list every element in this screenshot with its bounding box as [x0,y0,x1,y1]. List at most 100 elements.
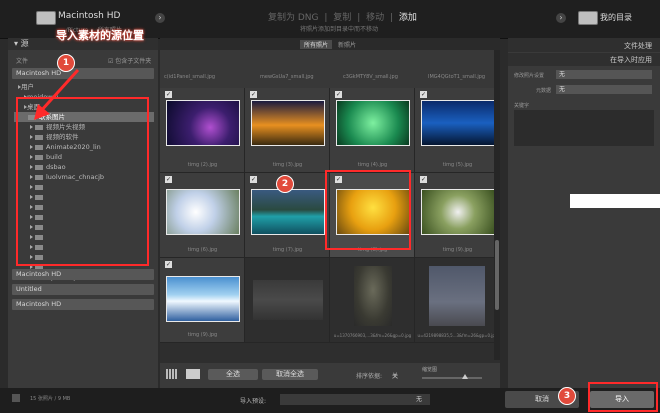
photo-cell-unchecked[interactable]: u=4219898835,5...3&fm=26&gp=0.jpg [415,258,500,343]
photo-cell[interactable]: ✓ timg (9).jpg [160,258,245,343]
photo-thumbnail-dimmed[interactable] [429,266,485,326]
arrow-right-icon: › [155,13,165,23]
checkbox-checked[interactable]: ✓ [250,176,257,183]
checkbox-checked[interactable]: ✓ [165,91,172,98]
destination-label[interactable]: 我的目录 [600,12,632,23]
select-all-button[interactable]: 全选 [208,369,258,380]
grid-row-partial: c(id1Panel_small.jpg mewGsUa7_small.jpg … [160,50,500,88]
mode-copy-dng[interactable]: 复制为 DNG [268,13,319,23]
grid-tabs: 所有照片 新照片 [160,38,500,50]
photo-thumbnail[interactable] [251,189,325,235]
photo-caption: timg (2).jpg [160,162,245,168]
hard-drive-icon [578,11,598,25]
photo-caption: u=4219898835,5...3&fm=26&gp=0.jpg [415,333,500,338]
photo-caption: timg (4).jpg [330,162,415,168]
photo-thumbnail[interactable] [166,100,240,146]
photo-thumbnail-dimmed[interactable] [253,280,323,320]
checkbox-checked[interactable]: ✓ [420,91,427,98]
file-handling-header[interactable]: 文件处理 [508,38,660,52]
files-label: 文件 [16,56,28,65]
deselect-all-button[interactable]: 取消全选 [262,369,318,380]
hard-drive-icon [36,11,56,25]
include-subfolders-checkbox[interactable]: ☑ 包含子文件夹 [108,56,151,65]
photo-caption: timg (6).jpg [160,247,245,253]
keywords-label: 关键字 [514,102,529,109]
metadata-select[interactable]: 无 [556,85,652,94]
photo-caption: timg (7).jpg [245,247,330,253]
cell-caption: IMG4QGtoT1_small.jpg [428,74,485,80]
photo-caption: u=1370766903,...3&fm=26&gp=0.jpg [330,333,415,338]
cell-caption: c3GkMTY8V_small.jpg [343,74,398,80]
grid-view-icon[interactable] [166,369,178,379]
photo-caption: timg (5).jpg [415,162,500,168]
photo-thumbnail-dimmed[interactable] [354,266,392,326]
checkbox-checked[interactable]: ✓ [165,176,172,183]
tab-new-photos[interactable]: 新照片 [338,40,356,49]
import-preset-select[interactable]: 无 [280,394,430,405]
chevron-down-icon: ▾ [14,39,18,48]
import-modes: 复制为 DNG | 复制 | 移动 | 添加 [268,10,417,23]
slider-handle[interactable] [462,374,468,379]
cell-caption: mewGsUa7_small.jpg [260,74,314,80]
thumbnail-size-label: 缩览图 [422,366,437,373]
metadata-label: 元数据 [536,87,551,94]
photo-thumbnail[interactable] [251,100,325,146]
checkbox-checked[interactable]: ✓ [250,91,257,98]
photo-caption: timg (9).jpg [415,247,500,253]
photo-thumbnail[interactable] [336,100,410,146]
photo-cell[interactable]: ✓ timg (3).jpg [245,88,330,173]
photo-caption: timg (9).jpg [160,332,245,338]
photo-thumbnail[interactable] [166,189,240,235]
photo-caption: timg (3).jpg [245,162,330,168]
annotation-label: 导入素材的源位置 [56,27,144,43]
checkbox-checked[interactable]: ✓ [420,176,427,183]
develop-settings-label: 修改照片设置 [514,72,544,79]
photo-thumbnail[interactable] [166,276,240,322]
photo-cell[interactable]: ✓ timg (5).jpg [415,88,500,173]
annotation-badge-3: 3 [558,387,576,405]
develop-settings-select[interactable]: 无 [556,70,652,79]
photo-cell-unchecked[interactable] [245,258,330,343]
mode-subtitle: 将照片添加到目录中而不移动 [300,24,378,33]
source-label[interactable]: Macintosh HD [58,11,120,21]
loupe-view-icon[interactable] [186,369,200,379]
source-header-title: 源 [21,39,29,48]
checkbox-checked[interactable]: ✓ [165,261,172,268]
file-handling-title: 文件处理 [624,41,652,51]
annotation-badge-2: 2 [276,175,294,193]
grid-scrollbar[interactable] [494,50,500,360]
import-preset-label: 导入预设: [240,396,266,405]
volume-macintosh-hd-3[interactable]: Macintosh HD [12,299,154,310]
expand-icon[interactable] [12,394,20,402]
volume-macintosh-hd-2[interactable]: Macintosh HD [12,269,154,280]
apply-during-import-header[interactable]: 在导入时应用 [508,53,660,66]
photo-thumbnail[interactable] [421,189,495,235]
photo-thumbnail[interactable] [421,100,495,146]
mode-move[interactable]: 移动 [366,13,384,23]
photo-cell[interactable]: ✓ timg (4).jpg [330,88,415,173]
thumbnail-size-slider[interactable] [422,377,482,379]
photo-cell[interactable]: ✓ timg (2).jpg [160,88,245,173]
apply-title: 在导入时应用 [610,55,652,65]
cell-caption: c(id1Panel_small.jpg [164,74,215,80]
checkbox-checked[interactable]: ✓ [335,91,342,98]
photo-cell-unchecked[interactable]: u=1370766903,...3&fm=26&gp=0.jpg [330,258,415,343]
sort-value[interactable]: 关 [392,371,398,380]
grid-toolbar: 全选 取消全选 排序依据: 关 缩览图 [160,363,500,388]
annotation-box-photo [325,170,411,250]
annotation-arrow-icon [30,66,90,126]
volume-untitled[interactable]: Untitled [12,284,154,295]
annotation-box-import [588,382,658,412]
photo-cell[interactable]: ✓ timg (9).jpg [415,173,500,258]
mode-copy[interactable]: 复制 [333,13,351,23]
sort-label: 排序依据: [356,371,382,380]
keywords-input[interactable] [514,110,654,146]
photo-cell[interactable]: ✓ timg (6).jpg [160,173,245,258]
file-handling-panel: 文件处理 在导入时应用 修改照片设置 无 元数据 无 关键字 [508,38,660,388]
white-overlay-bar [570,194,660,208]
scrollbar-thumb[interactable] [495,240,499,310]
mode-add[interactable]: 添加 [399,13,417,23]
arrow-right-icon: › [556,13,566,23]
files-info: 15 张照片 / 9 MB [30,395,70,402]
tab-all-photos[interactable]: 所有照片 [300,40,332,49]
